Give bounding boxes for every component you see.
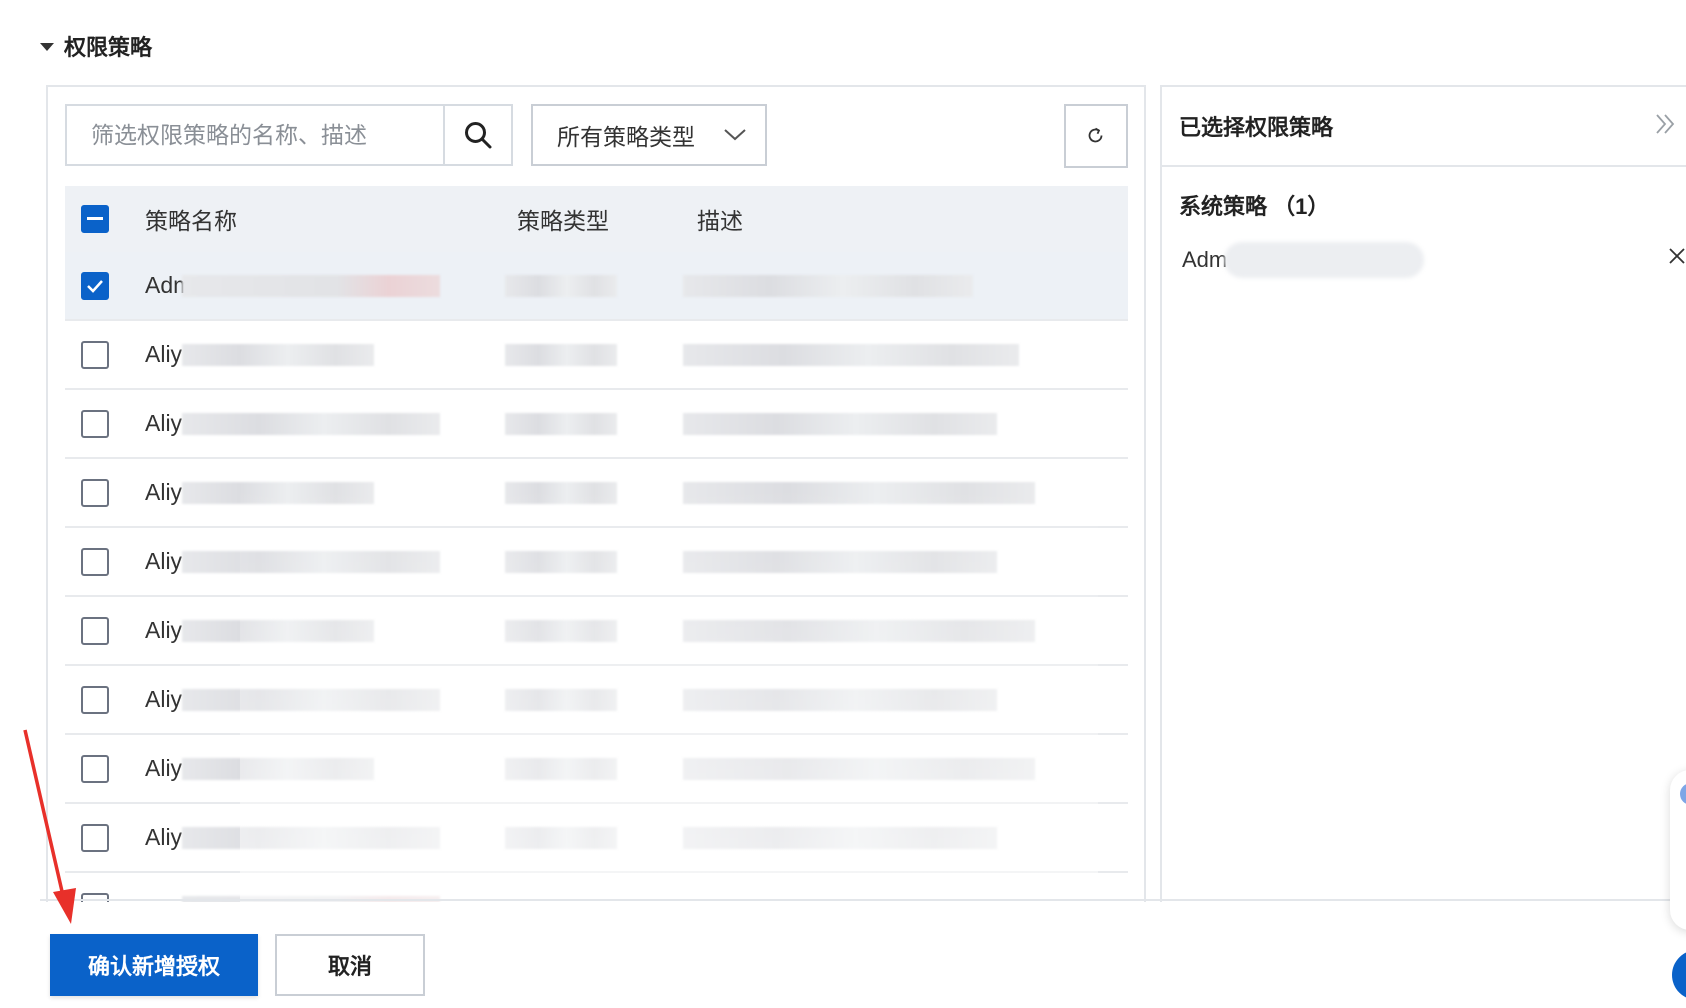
row-checkbox[interactable] <box>81 271 109 300</box>
select-all-checkbox[interactable] <box>81 205 109 233</box>
minus-icon <box>87 217 103 220</box>
row-checkbox[interactable] <box>81 547 109 576</box>
selected-policy-name: Adm <box>1182 247 1228 272</box>
table-row[interactable]: Aliy <box>65 390 1128 459</box>
table-row-partial[interactable] <box>65 873 1128 902</box>
row-checkbox[interactable] <box>81 340 109 369</box>
redacted-selected-name <box>1224 242 1424 278</box>
policy-name: Aliy <box>145 548 183 574</box>
policy-name: Aliy <box>145 824 183 850</box>
row-checkbox[interactable] <box>81 409 109 438</box>
double-chevron-right-icon[interactable] <box>1654 113 1676 135</box>
redacted-name <box>182 274 440 297</box>
cancel-button[interactable]: 取消 <box>275 934 425 996</box>
refresh-button[interactable] <box>1064 104 1128 168</box>
chevron-down-icon <box>724 129 746 141</box>
redacted-type <box>505 481 617 504</box>
search-icon <box>465 122 492 149</box>
table-header: 策略名称 策略类型 描述 <box>65 186 1128 252</box>
group-title: 系统策略 （1） <box>1179 194 1330 219</box>
redacted-name <box>182 550 440 573</box>
table-row[interactable]: Aliy <box>65 459 1128 528</box>
redacted-type <box>505 757 617 780</box>
redacted-name <box>182 619 374 642</box>
policy-name: Aliy <box>145 686 183 712</box>
redacted-description <box>683 343 1019 366</box>
redacted-description <box>683 412 997 435</box>
chat-bubble-icon[interactable] <box>1672 950 1686 1000</box>
table-row[interactable]: Aliy <box>65 666 1128 735</box>
close-icon[interactable] <box>1668 247 1686 265</box>
policy-name: Adm <box>145 272 185 298</box>
header-description[interactable]: 描述 <box>697 202 743 236</box>
table-row[interactable]: Aliy <box>65 528 1128 597</box>
policy-name: Aliy <box>145 479 183 505</box>
redacted-description <box>683 481 1035 504</box>
policy-name: Aliy <box>145 617 183 643</box>
refresh-icon <box>1088 127 1103 143</box>
redacted-description <box>683 688 997 711</box>
redacted-name <box>182 481 374 504</box>
redacted-description <box>683 550 997 573</box>
policy-list-panel: 所有策略类型 策略名称 策略类型 描述 Adm <box>46 85 1146 902</box>
redacted-type <box>505 343 617 366</box>
section-title: 权限策略 <box>64 35 153 60</box>
redacted-type <box>505 619 617 642</box>
policy-name: Aliy <box>145 410 183 436</box>
redacted-description <box>683 274 973 297</box>
redacted-name <box>182 343 374 366</box>
confirm-add-authorization-button[interactable]: 确认新增授权 <box>50 934 258 996</box>
search-input[interactable] <box>67 106 443 164</box>
search-box <box>65 104 513 166</box>
check-icon <box>87 279 103 293</box>
header-policy-name[interactable]: 策略名称 <box>145 202 237 236</box>
selected-policy-item: Adm <box>1162 233 1686 287</box>
redacted-name <box>182 688 440 711</box>
redacted-type <box>505 274 617 297</box>
redacted-type <box>505 688 617 711</box>
redacted-description <box>683 619 1035 642</box>
table-row[interactable]: Aliy <box>65 597 1128 666</box>
footer-divider <box>40 899 1686 901</box>
selected-panel-header: 已选择权限策略 <box>1162 87 1686 167</box>
table-row[interactable]: Aliy <box>65 321 1128 390</box>
policy-name: Aliy <box>145 341 183 367</box>
table-row[interactable]: Aliy <box>65 735 1128 804</box>
redacted-type <box>505 826 617 849</box>
row-checkbox[interactable] <box>81 616 109 645</box>
redacted-type <box>505 412 617 435</box>
selected-policies-panel: 已选择权限策略 系统策略 （1） Adm <box>1160 85 1686 902</box>
redacted-name <box>182 826 440 849</box>
section-header[interactable]: 权限策略 <box>40 30 152 62</box>
policy-table: 策略名称 策略类型 描述 Adm Aliy Aliy <box>65 186 1128 902</box>
row-checkbox[interactable] <box>81 823 109 852</box>
toolbar: 所有策略类型 <box>65 104 1128 168</box>
caret-down-icon[interactable] <box>40 43 54 51</box>
redacted-description <box>683 826 997 849</box>
table-row[interactable]: Aliy <box>65 804 1128 873</box>
selected-panel-title: 已选择权限策略 <box>1179 115 1334 140</box>
redacted-type <box>505 550 617 573</box>
redacted-name <box>182 412 440 435</box>
table-row[interactable]: Adm <box>65 252 1128 321</box>
policy-name: Aliy <box>145 755 183 781</box>
row-checkbox[interactable] <box>81 478 109 507</box>
redacted-name <box>182 757 374 780</box>
header-policy-type[interactable]: 策略类型 <box>517 202 609 236</box>
policy-type-value: 所有策略类型 <box>557 124 695 150</box>
search-button[interactable] <box>443 106 511 164</box>
redacted-description <box>683 757 1035 780</box>
row-checkbox[interactable] <box>81 754 109 783</box>
row-checkbox[interactable] <box>81 685 109 714</box>
policy-type-select[interactable]: 所有策略类型 <box>531 104 767 166</box>
